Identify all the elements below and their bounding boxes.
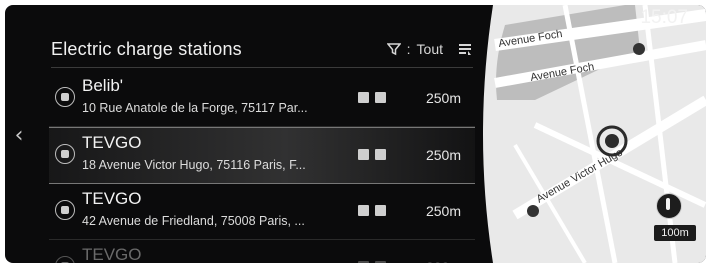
station-list: Belib' 10 Rue Anatole de la Forge, 75117… bbox=[49, 71, 479, 263]
page-title: Electric charge stations bbox=[51, 38, 242, 59]
filter-value[interactable]: Tout bbox=[417, 41, 443, 57]
station-name: TEVGO bbox=[82, 133, 142, 152]
charging-station-icon bbox=[55, 256, 75, 263]
station-address: 10 Rue Anatole de la Forge, 75117 Par... bbox=[82, 101, 308, 115]
station-name: TEVGO bbox=[82, 245, 142, 263]
connector-icon bbox=[358, 261, 369, 263]
connector-icon bbox=[358, 205, 369, 216]
station-name: TEVGO bbox=[82, 189, 142, 208]
back-arrow-icon[interactable]: ‹ bbox=[5, 85, 33, 185]
connector-icon bbox=[375, 261, 386, 263]
station-distance: 250m bbox=[425, 203, 461, 219]
poi-marker-icon bbox=[527, 205, 539, 217]
map-scale: 100m bbox=[654, 225, 696, 241]
station-row[interactable]: TEVGO 300m bbox=[49, 240, 479, 263]
filter-icon[interactable] bbox=[386, 42, 401, 56]
location-dot-icon bbox=[605, 134, 619, 148]
station-name: Belib' bbox=[82, 76, 124, 95]
station-distance: 250m bbox=[425, 147, 461, 163]
filter-area[interactable]: : Tout bbox=[386, 41, 473, 57]
station-distance: 300m bbox=[426, 259, 461, 263]
filter-separator: : bbox=[406, 41, 411, 57]
charging-station-icon bbox=[55, 87, 75, 107]
screen-frame: ‹ Electric charge stations : Tout Belib'… bbox=[5, 5, 706, 263]
connector-icon bbox=[375, 92, 386, 103]
station-address: 18 Avenue Victor Hugo, 75116 Paris, F... bbox=[82, 158, 306, 172]
header-divider bbox=[51, 67, 473, 68]
connector-icon bbox=[358, 92, 369, 103]
station-row-selected[interactable]: TEVGO 18 Avenue Victor Hugo, 75116 Paris… bbox=[49, 127, 479, 184]
clock: 15:07 bbox=[640, 7, 688, 28]
station-row[interactable]: Belib' 10 Rue Anatole de la Forge, 75117… bbox=[49, 71, 479, 127]
station-address: 42 Avenue de Friedland, 75008 Paris, ... bbox=[82, 214, 305, 228]
station-distance: 250m bbox=[425, 90, 461, 106]
map-view[interactable]: Avenue Foch Avenue Foch Avenue Victor Hu… bbox=[475, 5, 706, 263]
connector-icons bbox=[358, 205, 386, 216]
connector-icon bbox=[375, 205, 386, 216]
connector-icons bbox=[358, 261, 386, 263]
compass-icon[interactable] bbox=[656, 193, 682, 219]
list-header: Electric charge stations : Tout bbox=[51, 31, 473, 67]
sort-icon[interactable] bbox=[457, 41, 473, 57]
connector-icon bbox=[358, 149, 369, 160]
charging-station-icon bbox=[55, 144, 75, 164]
charging-station-icon bbox=[55, 200, 75, 220]
poi-marker-icon bbox=[633, 43, 645, 55]
connector-icons bbox=[358, 149, 386, 160]
station-row[interactable]: TEVGO 42 Avenue de Friedland, 75008 Pari… bbox=[49, 184, 479, 240]
connector-icons bbox=[358, 92, 386, 103]
connector-icon bbox=[375, 149, 386, 160]
